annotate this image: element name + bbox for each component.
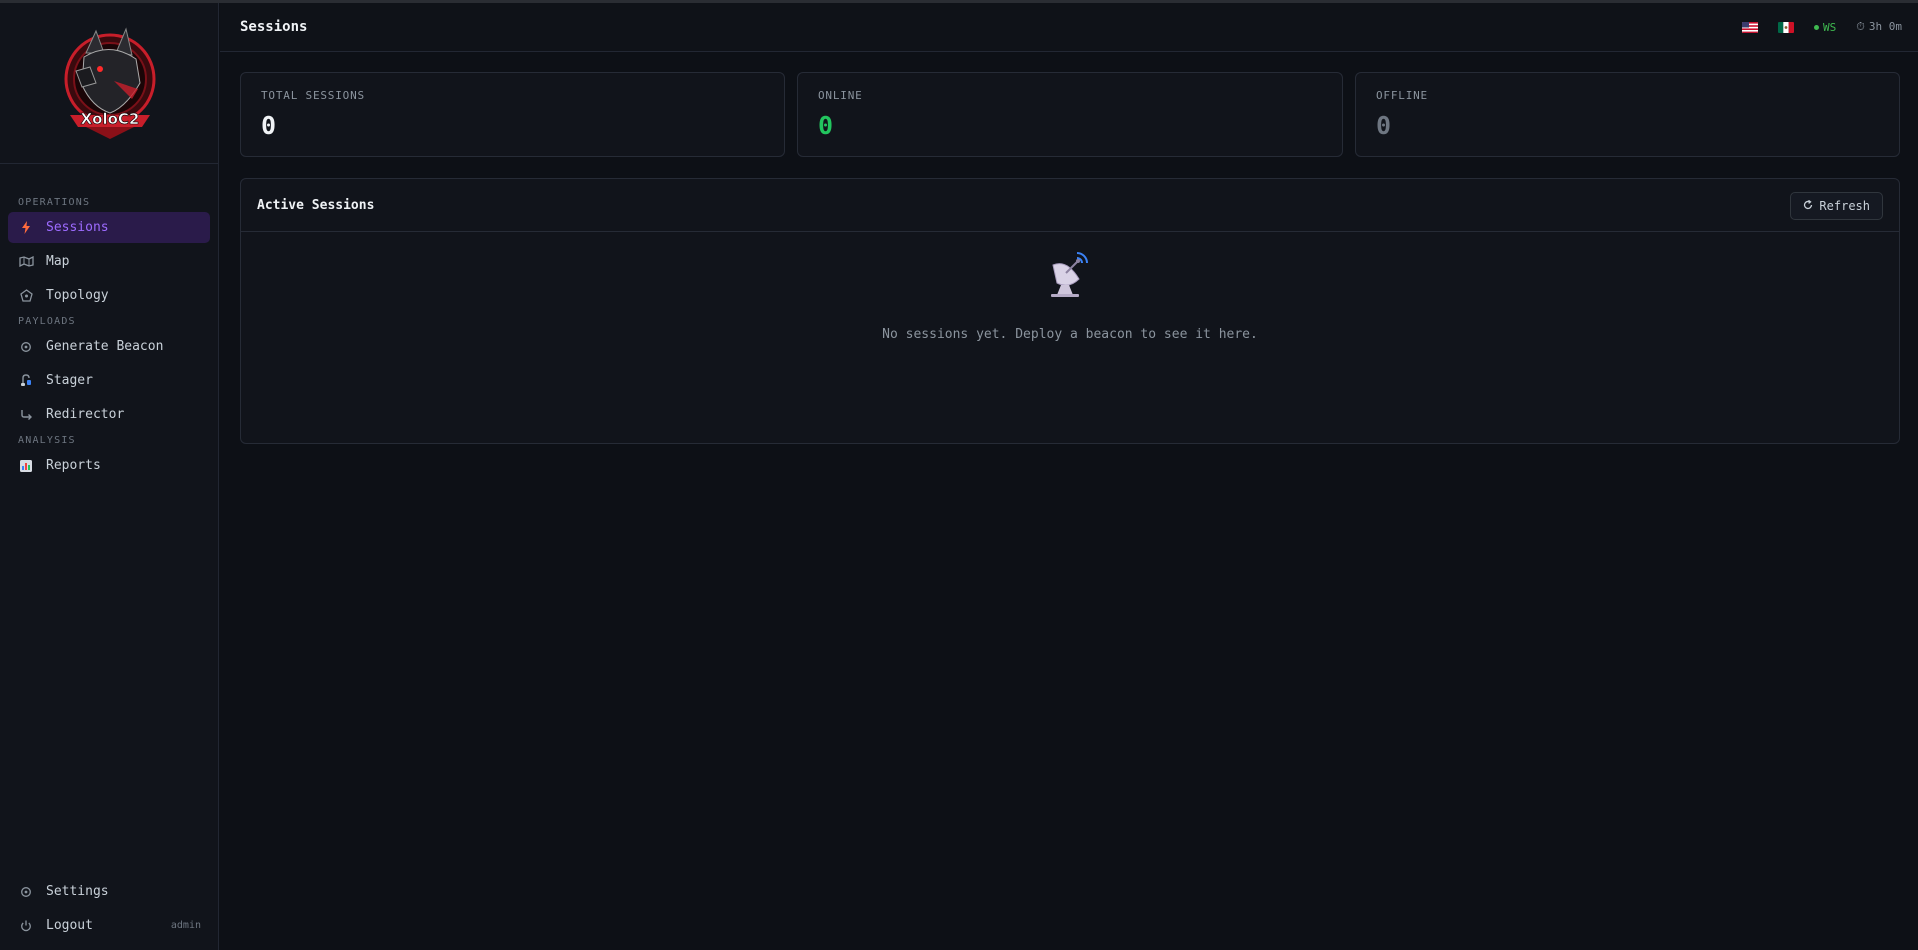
sidebar-item-label: Topology bbox=[46, 288, 109, 303]
ws-label: WS bbox=[1823, 20, 1837, 34]
refresh-label: Refresh bbox=[1819, 199, 1870, 213]
stat-value: 0 bbox=[261, 111, 277, 140]
sidebar-item-reports[interactable]: Reports bbox=[8, 450, 210, 481]
sidebar: XoloC2 OPERATIONS Sessions Map Topology … bbox=[0, 3, 219, 950]
topology-icon bbox=[18, 288, 34, 304]
sidebar-item-label: Stager bbox=[46, 373, 93, 388]
sidebar-item-sessions[interactable]: Sessions bbox=[8, 212, 210, 243]
stat-card-online: ONLINE 0 bbox=[797, 72, 1343, 157]
top-header: Sessions WS ⏱ 3h 0m bbox=[220, 3, 1918, 52]
logout-button[interactable]: Logout admin bbox=[8, 910, 211, 941]
map-icon bbox=[18, 254, 34, 270]
panel-title: Active Sessions bbox=[257, 198, 375, 213]
sidebar-item-map[interactable]: Map bbox=[8, 246, 210, 277]
section-label-analysis: ANALYSIS bbox=[18, 435, 76, 446]
sidebar-item-redirector[interactable]: Redirector bbox=[8, 399, 210, 430]
uptime-indicator: ⏱ 3h 0m bbox=[1856, 20, 1902, 34]
power-icon bbox=[18, 918, 34, 934]
gear-icon bbox=[18, 339, 34, 355]
mexico-flag-icon[interactable] bbox=[1778, 21, 1795, 33]
sidebar-item-generate-beacon[interactable]: Generate Beacon bbox=[8, 331, 210, 362]
sidebar-item-label: Sessions bbox=[46, 220, 109, 235]
logout-label: Logout bbox=[46, 918, 93, 933]
active-sessions-panel: Active Sessions Refresh No sessions yet.… bbox=[240, 178, 1900, 444]
refresh-icon bbox=[1803, 199, 1813, 213]
panel-header: Active Sessions Refresh bbox=[241, 179, 1899, 232]
websocket-status: WS bbox=[1814, 21, 1836, 34]
sidebar-item-settings[interactable]: Settings bbox=[8, 876, 211, 907]
stat-label: ONLINE bbox=[818, 89, 863, 102]
status-dot-icon bbox=[1814, 25, 1820, 30]
sidebar-item-label: Generate Beacon bbox=[46, 339, 164, 354]
us-flag-icon[interactable] bbox=[1742, 21, 1759, 33]
stat-value: 0 bbox=[818, 111, 834, 140]
gear-icon bbox=[18, 884, 34, 900]
bar-chart-icon bbox=[18, 458, 34, 474]
lightning-icon bbox=[18, 220, 34, 236]
stat-value: 0 bbox=[1376, 111, 1392, 140]
stat-card-total-sessions: TOTAL SESSIONS 0 bbox=[240, 72, 785, 157]
stat-label: OFFLINE bbox=[1376, 89, 1428, 102]
empty-state-message: No sessions yet. Deploy a beacon to see … bbox=[882, 327, 1258, 342]
stat-label: TOTAL SESSIONS bbox=[261, 89, 365, 102]
sidebar-item-label: Settings bbox=[46, 884, 109, 899]
logo-area: XoloC2 bbox=[0, 3, 218, 164]
page-title: Sessions bbox=[240, 19, 308, 35]
clock-icon: ⏱ bbox=[1856, 20, 1865, 33]
refresh-button[interactable]: Refresh bbox=[1790, 192, 1883, 220]
section-label-payloads: PAYLOADS bbox=[18, 316, 76, 327]
stager-icon bbox=[18, 373, 34, 389]
redirect-arrow-icon bbox=[18, 407, 34, 423]
sidebar-nav: OPERATIONS Sessions Map Topology PAYLOAD… bbox=[0, 164, 218, 481]
sidebar-item-stager[interactable]: Stager bbox=[8, 365, 210, 396]
current-user: admin bbox=[170, 920, 201, 931]
xoloc2-logo: XoloC2 bbox=[64, 27, 156, 139]
uptime-value: 3h 0m bbox=[1868, 20, 1902, 33]
sidebar-item-topology[interactable]: Topology bbox=[8, 280, 210, 311]
header-status: WS ⏱ 3h 0m bbox=[1742, 20, 1902, 34]
sidebar-item-label: Redirector bbox=[46, 407, 125, 422]
stat-card-offline: OFFLINE 0 bbox=[1355, 72, 1900, 157]
sidebar-footer: Settings Logout admin bbox=[0, 874, 219, 944]
sidebar-item-label: Map bbox=[46, 254, 70, 269]
sidebar-item-label: Reports bbox=[46, 458, 101, 473]
logo-text: XoloC2 bbox=[81, 110, 140, 128]
satellite-dish-icon bbox=[1051, 252, 1088, 297]
section-label-operations: OPERATIONS bbox=[18, 197, 91, 208]
